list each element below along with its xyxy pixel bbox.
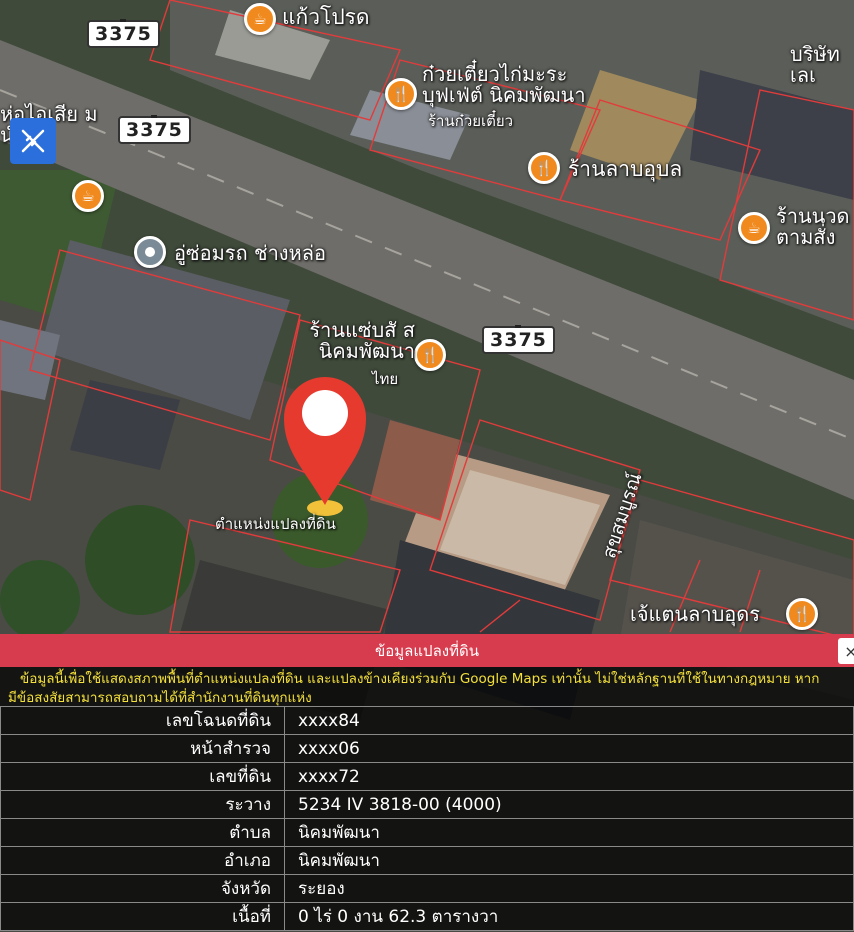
row-value: ระยอง (284, 874, 854, 903)
poi-label-company[interactable]: บริษัท เลเ (790, 44, 854, 86)
measure-tool-button[interactable] (10, 118, 56, 164)
row-value: xxxx84 (284, 706, 854, 735)
poi-label-massage-text: ร้านนวด ตามสั่ง (776, 204, 850, 249)
poi-label-noodle-buffet[interactable]: ก๋วยเตี๋ยวไก่มะระ บุฟเฟ่ต์ นิคมพัฒนา (422, 64, 632, 106)
pin-caption: ตำแหน่งแปลงที่ดิน (215, 515, 336, 533)
restaurant-icon[interactable]: 🍴 (786, 598, 818, 630)
close-button[interactable]: × (838, 638, 854, 664)
land-info-table: เลขโฉนดที่ดิน xxxx84 หน้าสำรวจ xxxx06 เล… (0, 706, 854, 931)
table-row: เนื้อที่ 0 ไร่ 0 งาน 62.3 ตารางวา (0, 902, 854, 931)
poi-label-laab-ubon[interactable]: ร้านลาบอุบล (568, 158, 682, 180)
table-row: ระวาง 5234 IV 3818-00 (4000) (0, 790, 854, 819)
notice-line-1: ข้อมูลนี้เพื่อใช้แสดงสภาพพื้นที่ตำแหน่งแ… (20, 671, 820, 687)
restaurant-icon[interactable]: 🍴 (528, 152, 560, 184)
row-value: 5234 IV 3818-00 (4000) (284, 790, 854, 819)
row-key: หน้าสำรวจ (0, 734, 285, 763)
panel-title: ข้อมูลแปลงที่ดิน (375, 641, 479, 660)
road-shield-3375-c: 3375 (482, 326, 555, 354)
poi-sublabel-noodle: ร้านก๋วยเตี๋ยว (428, 112, 514, 130)
table-row: อำเภอ นิคมพัฒนา (0, 846, 854, 875)
restaurant-icon[interactable]: 🍴 (385, 78, 417, 110)
poi-label-noodle-buffet-text: ก๋วยเตี๋ยวไก่มะระ บุฟเฟ่ต์ นิคมพัฒนา (422, 62, 586, 107)
poi-label-jaetaen[interactable]: เจ้แตนลาบอุดร (630, 604, 760, 625)
table-row: หน้าสำรวจ xxxx06 (0, 734, 854, 763)
table-row: ตำบล นิคมพัฒนา (0, 818, 854, 847)
cafe-icon[interactable]: ☕ (738, 212, 770, 244)
road-shield-3375-a: 3375 (87, 20, 160, 48)
poi-label-zaab[interactable]: ร้านแซ่บสั ส นิคมพัฒนา (275, 320, 415, 362)
notice-line-2: มีข้อสงสัยสามารถสอบถามได้ที่สำนักงานที่ด… (8, 690, 312, 706)
row-key: เลขโฉนดที่ดิน (0, 706, 285, 735)
ruler-pencil-icon (21, 129, 45, 153)
table-row: เลขโฉนดที่ดิน xxxx84 (0, 706, 854, 735)
table-row: จังหวัด ระยอง (0, 874, 854, 903)
row-key: จังหวัด (0, 874, 285, 903)
poi-label-massage[interactable]: ร้านนวด ตามสั่ง (776, 206, 854, 248)
poi-label-kaeoprot[interactable]: แก้วโปรด (282, 6, 370, 28)
road-shield-3375-b: 3375 (118, 116, 191, 144)
row-value: 0 ไร่ 0 งาน 62.3 ตารางวา (284, 902, 854, 931)
place-icon[interactable] (134, 236, 166, 268)
poi-label-company-text: บริษัท เลเ (790, 42, 840, 87)
table-row: เลขที่ดิน xxxx72 (0, 762, 854, 791)
row-value: นิคมพัฒนา (284, 846, 854, 875)
row-key: ระวาง (0, 790, 285, 819)
row-value: นิคมพัฒนา (284, 818, 854, 847)
cafe-icon[interactable]: ☕ (244, 3, 276, 35)
row-value: xxxx06 (284, 734, 854, 763)
row-key: ตำบล (0, 818, 285, 847)
row-key: อำเภอ (0, 846, 285, 875)
panel-header: ข้อมูลแปลงที่ดิน × (0, 634, 854, 667)
poi-sublabel-thai: ไทย (372, 370, 399, 388)
restaurant-icon[interactable]: 🍴 (414, 339, 446, 371)
cafe-icon[interactable]: ☕ (72, 180, 104, 212)
poi-label-garage[interactable]: อู่ซ่อมรถ ช่างหล่อ (174, 243, 326, 264)
row-value: xxxx72 (284, 762, 854, 791)
close-icon: × (844, 641, 854, 661)
row-key: เนื้อที่ (0, 902, 285, 931)
place-dot (145, 247, 155, 257)
disclaimer-notice: ข้อมูลนี้เพื่อใช้แสดงสภาพพื้นที่ตำแหน่งแ… (0, 667, 854, 706)
row-key: เลขที่ดิน (0, 762, 285, 791)
poi-label-zaab-text: ร้านแซ่บสั ส นิคมพัฒนา (309, 318, 415, 363)
land-info-panel: ข้อมูลแปลงที่ดิน × ข้อมูลนี้เพื่อใช้แสดง… (0, 634, 854, 932)
